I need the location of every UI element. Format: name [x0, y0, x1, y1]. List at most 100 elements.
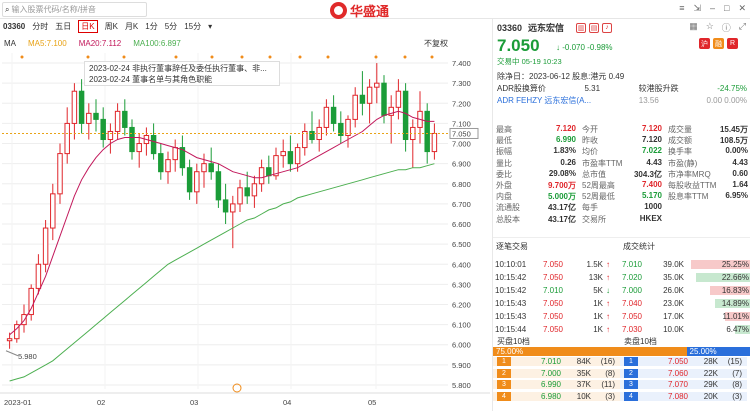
level-number: 4: [497, 391, 511, 401]
change-pct: -0.98%: [587, 43, 613, 52]
adjust-select[interactable]: 不复权: [424, 38, 448, 49]
stat-value: 0.00%: [725, 146, 748, 156]
tick-price: 7.050: [542, 325, 563, 334]
level-number: 4: [624, 391, 638, 401]
search-icon: ⌕: [5, 4, 10, 14]
stat-value: 108.5万: [719, 136, 748, 146]
event-marker: [240, 55, 244, 59]
level-price: 7.060: [667, 368, 688, 378]
stat-label: 量比: [496, 158, 512, 168]
tab-15min[interactable]: 15分: [184, 21, 201, 32]
y-tick-label: 7.300: [452, 79, 471, 88]
candle-body: [251, 183, 258, 197]
stat-value: 4.43: [646, 157, 662, 167]
adr-pct: -24.75%: [717, 84, 747, 93]
event-marker: [430, 55, 434, 59]
stat-label: 振幅: [496, 147, 512, 157]
chart-toolbar: 03360 分时 五日 日K 周K 月K 1分 5分 15分 ▾: [0, 19, 490, 33]
buy-sell-ratio: 75.00% 25.00%: [493, 347, 750, 356]
close-icon[interactable]: ✕: [738, 3, 746, 14]
last-price: 7.050: [497, 36, 540, 55]
tick-volume: 1K: [593, 325, 603, 334]
candle-body: [129, 126, 135, 153]
vstat-price: 7.020: [621, 273, 642, 282]
tab-weekly-k[interactable]: 周K: [105, 21, 118, 32]
stat-label: 昨收: [582, 136, 598, 146]
candle-body: [194, 171, 200, 193]
candle-body: [237, 187, 243, 205]
candle-body: [158, 153, 164, 173]
stat-label: 委比: [496, 169, 512, 179]
stat-row: 量比 0.26 市盈率TTM 4.43 市盈(静) 4.43: [493, 158, 750, 169]
low-price-label: 5.980: [18, 352, 37, 361]
vstats-title[interactable]: 成交统计: [620, 241, 655, 252]
bell-icon[interactable]: ♪: [602, 22, 613, 33]
stat-value: 43.17亿: [547, 214, 576, 224]
minimize-icon[interactable]: –: [710, 3, 715, 14]
adr-value: 5.31: [584, 84, 601, 93]
ma-legend: MA MA5:7.100 MA20:7.112 MA100:6.897: [0, 37, 490, 49]
tab-5day[interactable]: 五日: [55, 21, 71, 32]
tab-monthly-k[interactable]: 月K: [125, 21, 138, 32]
price-change: ↓ -0.070 -0.98%: [556, 43, 613, 52]
candle-body: [266, 167, 272, 177]
change-value: -0.070: [562, 43, 585, 52]
candle-body: [50, 193, 56, 229]
stat-cell: 流通股 43.17亿: [493, 202, 579, 213]
y-tick-label: 6.400: [452, 260, 471, 269]
vstat-volume: 10.0K: [663, 325, 684, 334]
grid-icon[interactable]: ▦: [689, 21, 698, 34]
vstat-pct: 11.01%: [722, 312, 749, 321]
buy-level[interactable]: 4 6.980 10K (3): [493, 391, 620, 401]
level-number: 3: [624, 380, 638, 390]
y-tick-label: 6.200: [452, 300, 471, 309]
info-icon[interactable]: ⓘ: [722, 21, 731, 34]
level-price: 6.980: [540, 391, 561, 401]
event-marker: [268, 55, 272, 59]
stat-cell: 量比 0.26: [493, 158, 579, 169]
star-icon[interactable]: ☆: [706, 21, 714, 34]
stat-cell: 均价 7.022: [579, 146, 665, 157]
buy-level[interactable]: 2 7.000 35K (8): [493, 368, 620, 378]
x-tick-label: 04: [283, 398, 291, 407]
stat-cell: 今开 7.120: [579, 124, 665, 135]
maximize-icon[interactable]: □: [724, 3, 729, 14]
book-row: 4 6.980 10K (3) 4 7.080 20K (3): [493, 391, 750, 403]
expand-icon[interactable]: ⤢: [739, 21, 746, 34]
event-marker: [174, 55, 178, 59]
tick-time: 10:10:01: [495, 260, 527, 269]
sell-level[interactable]: 3 7.070 29K (8): [620, 380, 747, 390]
kline-chart[interactable]: 7.400 7.300 7.200 7.100 7.000 6.900 6.800 6.700…: [0, 49, 490, 411]
tab-daily-k[interactable]: 日K: [78, 19, 98, 33]
sell-level[interactable]: 1 7.050 28K (15): [620, 357, 747, 367]
dividend-row: 除净日：2023-06-12 股息:港元 0.49: [497, 71, 747, 83]
level-qty: 22K: [703, 368, 718, 378]
ticks-title[interactable]: 逐笔交易: [493, 241, 620, 252]
level-number: 1: [624, 357, 638, 367]
stat-label: 市盈率TTM: [582, 158, 623, 168]
tab-5min[interactable]: 5分: [165, 21, 177, 32]
chevron-down-icon[interactable]: ▾: [208, 22, 212, 31]
level-orders: (7): [732, 368, 742, 378]
menu-icon[interactable]: ≡: [679, 3, 684, 14]
stat-row: 总股本 43.17亿 交易所 HKEX: [493, 214, 750, 225]
logo-mark-icon: [330, 2, 347, 19]
tab-1min[interactable]: 1分: [145, 21, 157, 32]
quote-header: 03360 远东宏信 ▥ ▤ ♪: [497, 21, 613, 34]
chart-icon[interactable]: ▥: [576, 22, 587, 33]
brand-name: 华盛通: [350, 5, 390, 20]
tab-intraday[interactable]: 分时: [32, 21, 48, 32]
buy-level[interactable]: 3 6.990 37K (11): [493, 380, 620, 390]
search-box[interactable]: ⌕ 输入股票代码/名称/拼音: [2, 2, 147, 17]
event-marker: [403, 55, 407, 59]
ma-label[interactable]: MA: [4, 39, 16, 48]
buy-level[interactable]: 1 7.010 84K (16): [493, 357, 620, 367]
tick-volume: 5K: [593, 286, 603, 295]
vstat-row: 7.040 23.0K 14.89%: [620, 297, 750, 310]
doc-icon[interactable]: ▤: [589, 22, 600, 33]
quote-controls: ▦ ☆ ⓘ ⤢: [689, 21, 746, 34]
sell-level[interactable]: 2 7.060 22K (7): [620, 368, 747, 378]
shrink-icon[interactable]: ⇲: [693, 3, 701, 14]
sell-level[interactable]: 4 7.080 20K (3): [620, 391, 747, 401]
adr2-link[interactable]: ADR FEHZY 远东宏信(A...: [497, 95, 591, 107]
